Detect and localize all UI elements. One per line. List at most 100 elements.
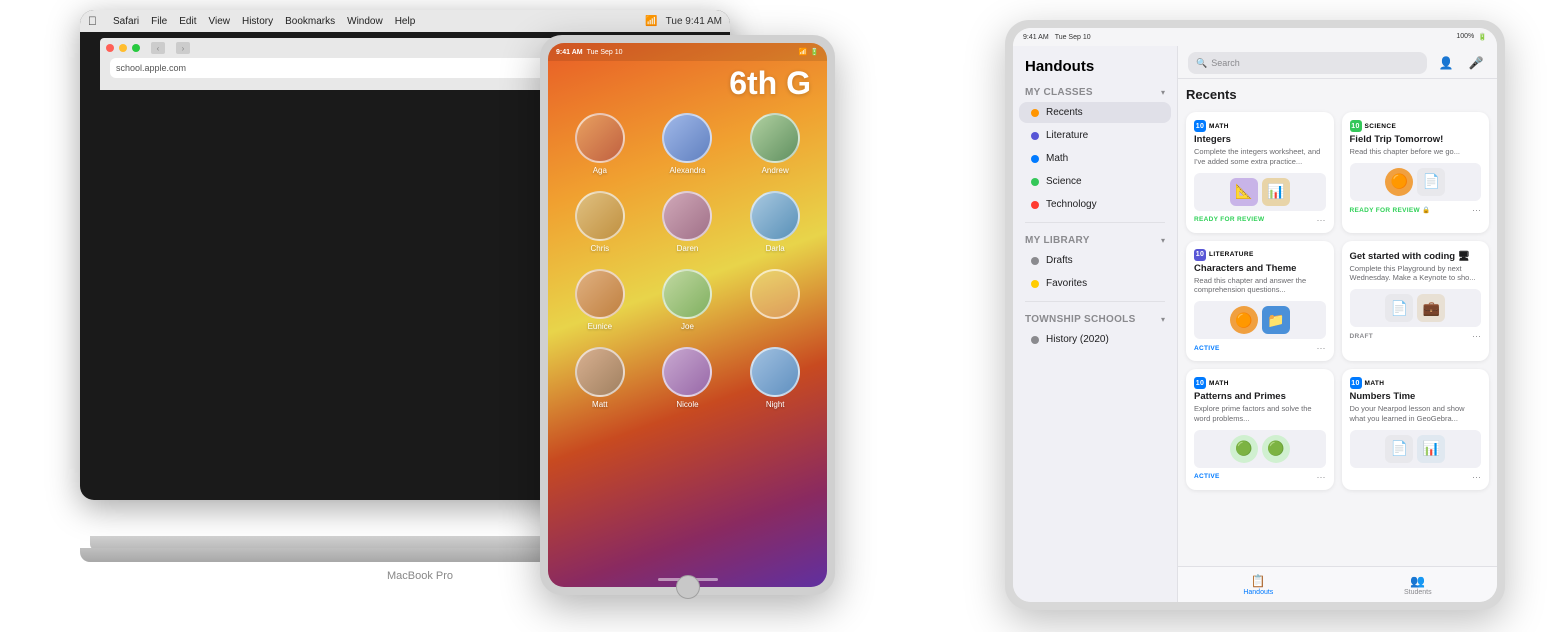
coding-more-btn[interactable]: ··· xyxy=(1472,331,1481,341)
characters-badge-dot: 10 xyxy=(1194,249,1206,261)
sidebar-item-favorites[interactable]: Favorites xyxy=(1019,273,1171,294)
integers-footer: READY FOR REVIEW ··· xyxy=(1194,215,1326,225)
integers-subject: MATH xyxy=(1209,123,1229,130)
sidebar-item-technology[interactable]: Technology xyxy=(1019,194,1171,215)
student-avatar-aga[interactable]: Aga xyxy=(564,113,636,175)
integers-more-btn[interactable]: ··· xyxy=(1317,215,1326,225)
ipad-right-device: 9:41 AM Tue Sep 10 100% 🔋 Handouts My Cl… xyxy=(1005,20,1505,610)
fieldtrip-more-btn[interactable]: ··· xyxy=(1472,205,1481,215)
math-label: Math xyxy=(1046,153,1068,164)
handout-card-patterns[interactable]: 10 MATH Patterns and Primes Explore prim… xyxy=(1186,369,1334,490)
student-avatar-darla[interactable]: Darla xyxy=(739,191,811,253)
menu-view[interactable]: View xyxy=(208,16,230,27)
patterns-status: ACTIVE xyxy=(1194,473,1220,480)
handouts-search[interactable]: 🔍 Search xyxy=(1188,52,1427,74)
ipad-right-battery: 100% xyxy=(1456,33,1474,41)
minimize-button[interactable] xyxy=(119,44,127,52)
student-avatar-alexandra[interactable]: Alexandra xyxy=(652,113,724,175)
ipad-right-date: Tue Sep 10 xyxy=(1055,34,1091,41)
numbers-more-btn[interactable]: ··· xyxy=(1472,472,1481,482)
student-avatar-nicole[interactable]: Nicole xyxy=(652,347,724,409)
characters-more-btn[interactable]: ··· xyxy=(1317,343,1326,353)
menu-file[interactable]: File xyxy=(151,16,167,27)
mic-icon[interactable]: 🎤 xyxy=(1465,52,1487,74)
student-avatar-andrew[interactable]: Andrew xyxy=(739,113,811,175)
student-name-aga: Aga xyxy=(593,166,607,175)
fieldtrip-badge: 10 SCIENCE xyxy=(1350,120,1482,132)
menu-safari[interactable]: Safari xyxy=(113,16,139,27)
patterns-title: Patterns and Primes xyxy=(1194,391,1326,402)
handouts-tabbar: 📋 Handouts 👥 Students xyxy=(1178,566,1497,602)
my-classes-label: My Classes xyxy=(1025,87,1093,98)
history-dot xyxy=(1031,336,1039,344)
ipad-middle-status-right: 📶 🔋 xyxy=(799,48,819,56)
menu-bookmarks[interactable]: Bookmarks xyxy=(285,16,335,27)
numbers-desc: Do your Nearpod lesson and show what you… xyxy=(1350,404,1482,424)
student-photo-nicole xyxy=(662,347,712,397)
student-avatar-joe[interactable]: Joe xyxy=(652,269,724,331)
my-library-section-header[interactable]: My Library ▾ xyxy=(1013,229,1177,249)
handout-card-characters[interactable]: 10 LITERATURE Characters and Theme Read … xyxy=(1186,241,1334,362)
integers-badge: 10 MATH xyxy=(1194,120,1326,132)
characters-status: ACTIVE xyxy=(1194,345,1220,352)
patterns-badge-dot: 10 xyxy=(1194,377,1206,389)
ipad-middle-date: Tue Sep 10 xyxy=(587,49,623,56)
sidebar-item-drafts[interactable]: Drafts xyxy=(1019,250,1171,271)
student-photo-joe xyxy=(662,269,712,319)
ipad-middle-screen: 9:41 AM Tue Sep 10 📶 🔋 6th G Aga Alexand… xyxy=(548,43,827,587)
characters-subject: LITERATURE xyxy=(1209,251,1254,258)
patterns-more-btn[interactable]: ··· xyxy=(1317,472,1326,482)
sidebar-divider-1 xyxy=(1025,222,1165,223)
student-name-andrew: Andrew xyxy=(762,166,789,175)
handouts-grid: Recents 10 MATH Integers Complete the in… xyxy=(1178,79,1497,566)
sidebar-item-literature[interactable]: Literature xyxy=(1019,125,1171,146)
sidebar-item-recents[interactable]: Recents xyxy=(1019,102,1171,123)
tabbar-students[interactable]: 👥 Students xyxy=(1404,574,1432,596)
student-name-darla: Darla xyxy=(766,244,785,253)
student-avatar-daren[interactable]: Daren xyxy=(652,191,724,253)
ipad-middle-time: 9:41 AM xyxy=(556,49,583,56)
ipad-right-status-right: 100% 🔋 xyxy=(1456,33,1487,41)
student-avatar-night[interactable]: Night xyxy=(739,347,811,409)
student-avatar-eunice[interactable]: Eunice xyxy=(564,269,636,331)
fieldtrip-subject: SCIENCE xyxy=(1365,123,1397,130)
my-classes-section-header[interactable]: My Classes ▾ xyxy=(1013,81,1177,101)
sidebar-item-science[interactable]: Science xyxy=(1019,171,1171,192)
person-icon[interactable]: 👤 xyxy=(1435,52,1457,74)
technology-dot xyxy=(1031,201,1039,209)
student-avatar-empty xyxy=(739,269,811,331)
fullscreen-button[interactable] xyxy=(132,44,140,52)
township-schools-section-header[interactable]: Township Schools ▾ xyxy=(1013,308,1177,328)
numbers-preview-icon2: 📊 xyxy=(1417,435,1445,463)
recents-section-header: Recents xyxy=(1186,85,1489,104)
tabbar-handouts[interactable]: 📋 Handouts xyxy=(1243,574,1273,596)
coding-desc: Complete this Playground by next Wednesd… xyxy=(1350,264,1482,284)
sidebar-item-history[interactable]: History (2020) xyxy=(1019,329,1171,350)
integers-desc: Complete the integers worksheet, and I'v… xyxy=(1194,147,1326,167)
forward-button[interactable]: › xyxy=(176,42,190,54)
numbers-preview-icon1: 📄 xyxy=(1385,435,1413,463)
handout-card-fieldtrip[interactable]: 10 SCIENCE Field Trip Tomorrow! Read thi… xyxy=(1342,112,1490,233)
menu-history[interactable]: History xyxy=(242,16,273,27)
fieldtrip-badge-dot: 10 xyxy=(1350,120,1362,132)
student-name-matt: Matt xyxy=(592,400,608,409)
fieldtrip-title: Field Trip Tomorrow! xyxy=(1350,134,1482,145)
ipad-middle-home-button[interactable] xyxy=(676,575,700,599)
student-avatar-chris[interactable]: Chris xyxy=(564,191,636,253)
handout-card-numbers[interactable]: 10 MATH Numbers Time Do your Nearpod les… xyxy=(1342,369,1490,490)
menu-window[interactable]: Window xyxy=(347,16,383,27)
student-avatar-matt[interactable]: Matt xyxy=(564,347,636,409)
students-tab-label: Students xyxy=(1404,589,1432,596)
back-button[interactable]: ‹ xyxy=(151,42,165,54)
battery-icon: 🔋 xyxy=(1478,33,1487,41)
sidebar-item-math[interactable]: Math xyxy=(1019,148,1171,169)
handout-card-coding[interactable]: Get started with coding 🖥 Complete this … xyxy=(1342,241,1490,362)
close-button[interactable] xyxy=(106,44,114,52)
students-tab-icon: 👥 xyxy=(1410,574,1425,588)
app-title: Handouts xyxy=(1013,54,1177,81)
menu-help[interactable]: Help xyxy=(395,16,416,27)
handout-card-integers[interactable]: 10 MATH Integers Complete the integers w… xyxy=(1186,112,1334,233)
ipad-right-time: 9:41 AM xyxy=(1023,34,1049,41)
menubar-right: 📶 Tue 9:41 AM xyxy=(645,16,722,27)
menu-edit[interactable]: Edit xyxy=(179,16,196,27)
